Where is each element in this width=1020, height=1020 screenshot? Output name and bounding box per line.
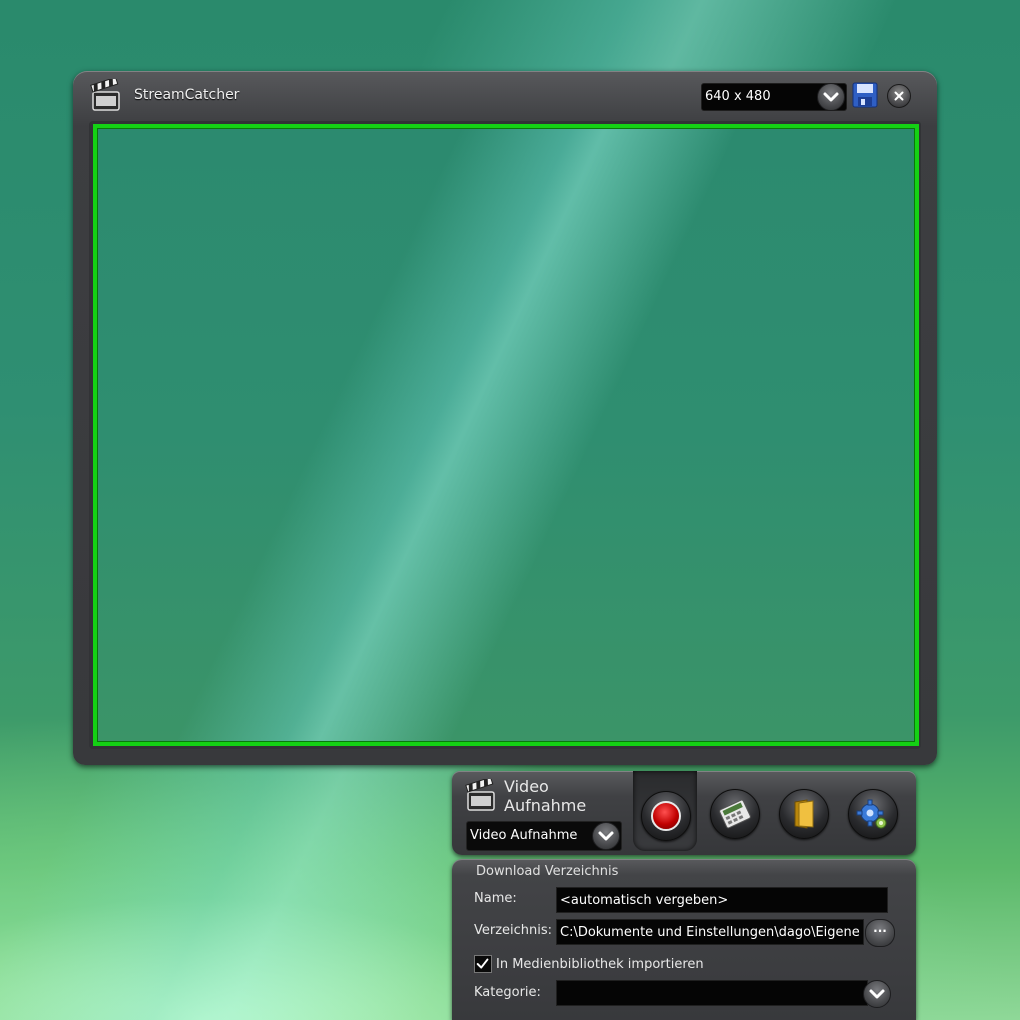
directory-label: Verzeichnis: — [474, 923, 553, 938]
folder-button[interactable] — [779, 789, 829, 839]
name-input[interactable]: <automatisch vergeben> — [556, 887, 888, 913]
category-select[interactable] — [556, 980, 868, 1006]
window-title: StreamCatcher — [134, 87, 240, 103]
folder-icon — [794, 799, 814, 829]
control-panel: Video Aufnahme Video Aufnahme — [452, 771, 916, 855]
download-panel: Download Verzeichnis Name: <automatisch … — [452, 859, 916, 1020]
save-icon[interactable] — [851, 81, 879, 109]
import-library-checkbox[interactable] — [474, 955, 492, 973]
resolution-dropdown-button[interactable] — [817, 83, 845, 111]
download-panel-header: Download Verzeichnis — [476, 864, 619, 879]
category-dropdown-button[interactable] — [863, 980, 891, 1008]
clapperboard-icon — [90, 79, 120, 111]
title-bar[interactable]: StreamCatcher 640 x 480 — [73, 71, 937, 119]
chevron-down-icon — [869, 989, 885, 999]
directory-input-value: C:\Dokumente und Einstellungen\dago\Eige… — [560, 925, 864, 940]
settings-button[interactable] — [848, 789, 898, 839]
browse-directory-button[interactable]: ··· — [865, 919, 895, 947]
mode-title: Video Aufnahme — [504, 777, 587, 815]
close-icon — [894, 91, 904, 101]
name-input-value: <automatisch vergeben> — [560, 893, 729, 908]
calculator-icon — [719, 799, 751, 829]
gear-icon — [856, 799, 887, 829]
calculator-button[interactable] — [710, 789, 760, 839]
name-label: Name: — [474, 891, 517, 906]
chevron-down-icon — [598, 831, 614, 841]
mode-dropdown-button[interactable] — [592, 822, 620, 850]
mode-select-value: Video Aufnahme — [470, 828, 578, 843]
category-label: Kategorie: — [474, 985, 541, 1000]
record-button[interactable] — [641, 791, 691, 841]
close-button[interactable] — [887, 84, 911, 108]
clapperboard-icon — [465, 779, 495, 811]
directory-input[interactable]: C:\Dokumente und Einstellungen\dago\Eige… — [556, 919, 864, 945]
chevron-down-icon — [823, 92, 839, 102]
main-window: StreamCatcher 640 x 480 — [73, 71, 937, 765]
import-library-label: In Medienbibliothek importieren — [496, 957, 704, 972]
record-icon — [651, 801, 681, 831]
resolution-value: 640 x 480 — [705, 89, 771, 104]
checkmark-icon — [476, 958, 489, 969]
capture-area[interactable] — [93, 124, 919, 746]
